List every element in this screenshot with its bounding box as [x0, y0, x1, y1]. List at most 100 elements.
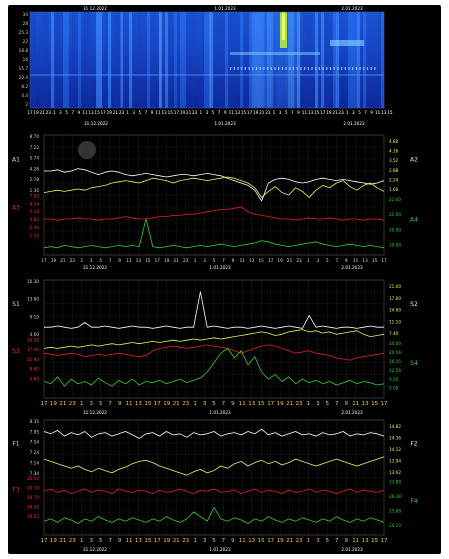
- spectrogram-hour-tick: 5: [358, 110, 361, 115]
- x-tick-label: 5: [326, 258, 329, 263]
- right-axis-label: F4: [410, 498, 417, 505]
- spectrogram-stripe: [213, 12, 217, 108]
- spectrogram-hour-tick: 15: [387, 110, 393, 115]
- left-axis-label: A1: [12, 156, 20, 163]
- x-tick-label: 15: [258, 401, 265, 407]
- spectrogram-stripe: [96, 12, 100, 108]
- spectrogram-hour-tick: 3: [206, 110, 209, 115]
- spectrogram-hour-tick: 9: [77, 110, 80, 115]
- spectrogram-stripe: [297, 12, 301, 108]
- right-tick-label: 25.88: [389, 508, 401, 513]
- spectrogram-hour-tick: 5: [65, 110, 68, 115]
- x-tick-label: 17: [155, 258, 161, 263]
- spectrogram-dot: [270, 67, 272, 70]
- spectrogram-hour-tick: 15: [94, 110, 100, 115]
- spectrogram-top-label: 1.01.2023: [214, 6, 236, 11]
- x-tick-label: 9: [231, 538, 235, 544]
- spectrogram-date-label: 31.12.2022: [84, 121, 108, 126]
- spectrogram-hour-tick: 15: [314, 110, 320, 115]
- x-tick-label: 15: [371, 538, 378, 544]
- right-tick-label: 14.60: [389, 308, 401, 313]
- left-tick-label: 7.24: [30, 450, 40, 455]
- right-axis-label: S4: [410, 360, 418, 367]
- x-tick-label: 9: [118, 538, 122, 544]
- right-tick-label: 13.88: [389, 479, 401, 484]
- spectrogram-stripe: [114, 12, 118, 108]
- x-tick-label: 21: [59, 538, 66, 544]
- x-tick-label: 1: [80, 258, 83, 263]
- spectrogram-stripe: [276, 12, 280, 108]
- date-label: 1.01.2023: [209, 547, 231, 552]
- right-axis-label: A4: [410, 216, 418, 223]
- spectrogram-hour-tick: 3: [279, 110, 282, 115]
- x-tick-label: 19: [277, 401, 284, 407]
- right-tick-label: 1.60: [389, 187, 399, 192]
- spectrogram-hour-tick: 11: [302, 110, 308, 115]
- x-tick-label: 5: [99, 401, 103, 407]
- date-label: 31.12.2022: [83, 410, 107, 415]
- x-tick-label: 7: [222, 258, 225, 263]
- spectrogram-dot: [248, 67, 250, 70]
- x-tick-label: 1: [194, 258, 197, 263]
- right-axis-label: S2: [410, 301, 418, 308]
- x-tick-label: 3: [203, 401, 207, 407]
- spectrogram-stripe: [108, 12, 112, 108]
- x-tick-label: 17: [41, 401, 48, 407]
- spectrogram-dot: [289, 67, 291, 70]
- spectrogram-stripe: [165, 12, 169, 108]
- x-tick-label: 5: [326, 401, 330, 407]
- right-tick-label: 14.12: [389, 447, 401, 452]
- date-label: 2.01.2023: [341, 547, 363, 552]
- x-tick-label: 17: [41, 258, 47, 263]
- x-tick-label: 21: [60, 258, 66, 263]
- spectrogram-y-tick: 16: [23, 57, 29, 62]
- x-tick-label: 21: [173, 401, 180, 407]
- spectrogram-hour-tick: 13: [381, 110, 387, 115]
- x-tick-label: 15: [144, 538, 151, 544]
- spectrogram-stripe: [309, 12, 313, 108]
- spectrogram-hour-tick: 11: [155, 110, 161, 115]
- spectrogram-dot: [281, 67, 283, 70]
- x-tick-label: 23: [296, 538, 303, 544]
- spectrogram-stripe: [321, 12, 325, 108]
- spectrogram-hour-tick: 5: [212, 110, 215, 115]
- x-tick-label: 15: [258, 538, 265, 544]
- x-tick-label: 11: [126, 538, 133, 544]
- spectrogram-hour-tick: 13: [88, 110, 94, 115]
- spectrogram-stripe: [45, 12, 49, 108]
- spectrogram-stripe: [141, 12, 145, 108]
- spectrogram-hour-tick: 1: [273, 110, 276, 115]
- x-tick-label: 19: [163, 401, 170, 407]
- spectrogram-stripe: [375, 12, 379, 108]
- spectrogram-hour-tick: 7: [145, 110, 148, 115]
- spectrogram-stripe: [291, 12, 295, 108]
- x-tick-label: 7: [108, 538, 112, 544]
- left-tick-label: 17.40: [27, 347, 39, 352]
- x-tick-label: 3: [316, 538, 320, 544]
- spectrogram-stripe: [84, 12, 88, 108]
- x-tick-label: 11: [239, 401, 246, 407]
- spectrogram-dot: [359, 67, 361, 70]
- x-tick-label: 1: [193, 401, 197, 407]
- spectrogram-hour-tick: 19: [180, 110, 186, 115]
- spectrogram-stripe: [204, 12, 208, 108]
- right-axis-label: F2: [410, 440, 417, 447]
- spectrogram-stripe: [78, 12, 82, 108]
- left-tick-label: 1.10: [30, 233, 40, 238]
- spectrogram-band: [30, 74, 384, 76]
- x-tick-label: 17: [267, 538, 274, 544]
- spectrogram-stripe: [261, 12, 265, 108]
- right-tick-label: 13.94: [389, 459, 401, 464]
- spectrogram-dot: [329, 67, 332, 70]
- x-tick-label: 15: [371, 401, 378, 407]
- spectrogram-y-tick: 25.3: [19, 30, 29, 35]
- spectrogram-stripe: [243, 12, 247, 108]
- x-tick-label: 1: [193, 538, 197, 544]
- spectrogram-hour-tick: 9: [297, 110, 300, 115]
- x-tick-label: 23: [296, 401, 303, 407]
- right-tick-label: 11.10: [389, 319, 401, 324]
- x-tick-label: 7: [222, 538, 226, 544]
- left-axis-label: F3: [12, 486, 19, 493]
- spectrogram-stripe: [240, 12, 244, 108]
- x-tick-label: 15: [144, 401, 151, 407]
